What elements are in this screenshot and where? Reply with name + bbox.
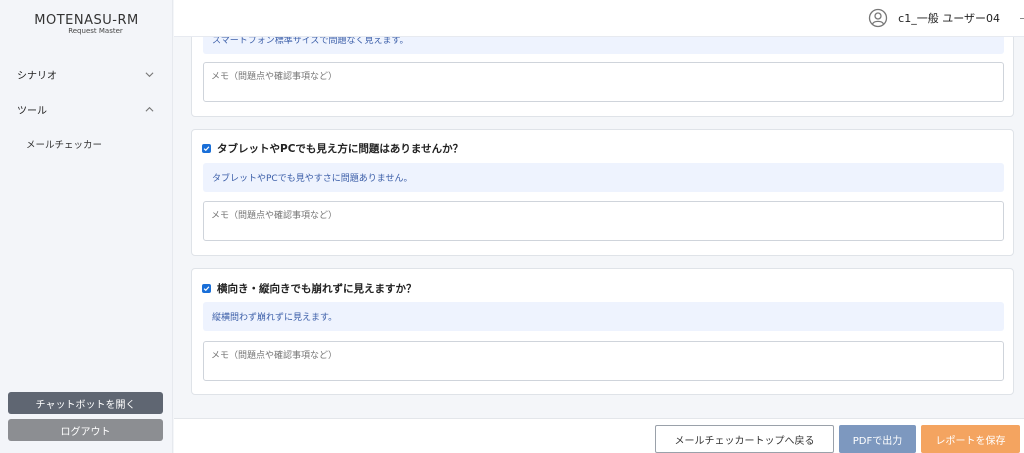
checkbox[interactable] xyxy=(202,144,211,153)
open-chatbot-button[interactable]: チャットボットを開く xyxy=(8,392,163,414)
user-menu[interactable]: c1_一般 ユーザー04 xyxy=(868,8,1000,28)
chevron-up-icon xyxy=(145,106,154,112)
answer-box: タブレットやPCでも見やすさに問題ありません。 xyxy=(203,163,1004,192)
brand-title: MOTENASU-RM xyxy=(34,13,139,28)
check-card: スマートフォン標準サイズで問題なく見えます。 xyxy=(191,37,1014,117)
check-card: 横向き・縦向きでも崩れずに見えますか？ 縦横問わず崩れずに見えます。 xyxy=(191,268,1014,395)
export-pdf-button[interactable]: PDFで出力 xyxy=(839,425,916,453)
sidebar-item-label: シナリオ xyxy=(17,70,57,82)
sidebar-item-tools[interactable]: ツール xyxy=(0,97,173,121)
answer-box: 縦横問わず崩れずに見えます。 xyxy=(203,302,1004,331)
main-content: スマートフォン標準サイズで問題なく見えます。 タブレットやPCでも見え方に問題は… xyxy=(174,37,1024,418)
question-row: タブレットやPCでも見え方に問題はありませんか？ xyxy=(202,141,463,156)
save-report-button[interactable]: レポートを保存 xyxy=(921,425,1020,453)
check-icon xyxy=(203,146,210,152)
top-header: c1_一般 ユーザー04 xyxy=(174,0,1024,37)
memo-field[interactable] xyxy=(203,341,1004,381)
check-card: タブレットやPCでも見え方に問題はありませんか？ タブレットやPCでも見やすさに… xyxy=(191,129,1014,256)
user-menu-caret-icon[interactable] xyxy=(1020,18,1024,19)
back-to-top-button[interactable]: メールチェッカートップへ戻る xyxy=(655,425,834,453)
logout-button[interactable]: ログアウト xyxy=(8,419,163,441)
question-text: タブレットやPCでも見え方に問題はありませんか？ xyxy=(217,143,464,155)
answer-box: スマートフォン標準サイズで問題なく見えます。 xyxy=(203,37,1004,54)
chevron-down-icon xyxy=(145,71,154,77)
sidebar-subitem-mail-checker[interactable]: メールチェッカー xyxy=(26,137,102,151)
memo-field[interactable] xyxy=(203,62,1004,102)
user-name: c1_一般 ユーザー04 xyxy=(898,12,1000,25)
brand-logo: MOTENASU-RM Request Master xyxy=(0,13,173,35)
question-text: 横向き・縦向きでも崩れずに見えますか？ xyxy=(217,283,417,295)
sidebar-item-scenario[interactable]: シナリオ xyxy=(0,62,173,86)
checkbox[interactable] xyxy=(202,284,211,293)
user-avatar-icon xyxy=(869,8,888,28)
sidebar: MOTENASU-RM Request Master シナリオ ツール メールチ… xyxy=(0,0,173,453)
brand-subtitle: Request Master xyxy=(68,27,123,35)
action-footer: メールチェッカートップへ戻る PDFで出力 レポートを保存 xyxy=(174,418,1024,453)
question-row: 横向き・縦向きでも崩れずに見えますか？ xyxy=(202,281,417,296)
check-icon xyxy=(203,286,210,292)
sidebar-item-label: ツール xyxy=(17,105,47,117)
memo-field[interactable] xyxy=(203,201,1004,241)
